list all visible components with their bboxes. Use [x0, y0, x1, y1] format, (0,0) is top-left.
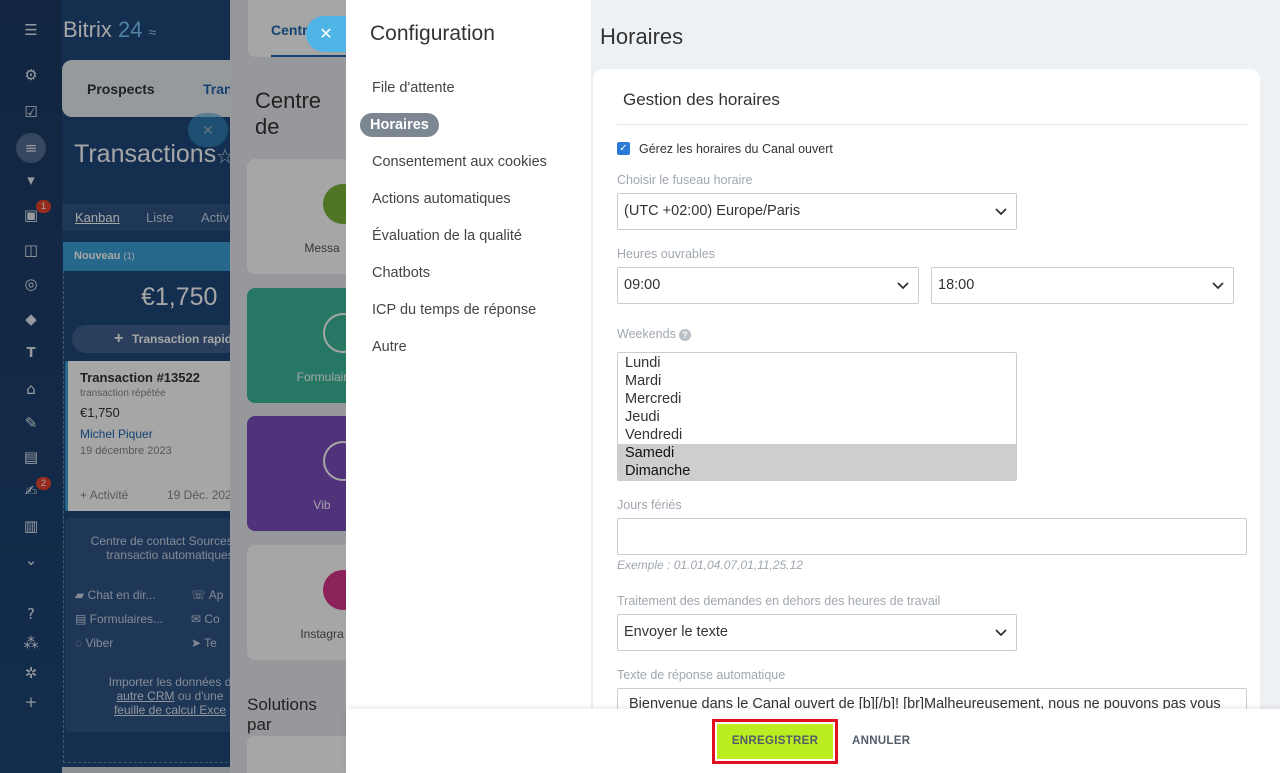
work-hours-label: Heures ouvrables — [617, 247, 715, 261]
page-title: Horaires — [600, 24, 684, 49]
config-nav: Configuration File d'attente Horaires Co… — [346, 0, 591, 773]
cancel-button[interactable]: ANNULER — [852, 735, 910, 747]
nav-item-kpi[interactable]: ICP du temps de réponse — [372, 302, 536, 318]
hours-panel: Gestion des horaires ✓ Gérez les horaire… — [593, 69, 1260, 773]
weekend-option[interactable]: Samedi — [618, 444, 1016, 462]
close-slider-button[interactable]: ✕ — [306, 16, 346, 52]
hours-from-select[interactable]: 09:00 — [617, 267, 919, 304]
weekend-option[interactable]: Vendredi — [618, 426, 1016, 444]
autoreply-label: Texte de réponse automatique — [617, 668, 786, 682]
nav-item-chatbots[interactable]: Chatbots — [372, 265, 430, 281]
save-button[interactable]: ENREGISTRER — [717, 724, 833, 759]
weekend-option[interactable]: Mercredi — [618, 390, 1016, 408]
help-icon[interactable]: ? — [678, 328, 691, 341]
holidays-label: Jours fériés — [617, 498, 682, 512]
chevron-down-icon — [995, 208, 1007, 216]
nav-item-other[interactable]: Autre — [372, 339, 407, 355]
offhours-label: Traitement des demandes en dehors des he… — [617, 594, 941, 608]
close-icon: ✕ — [319, 24, 333, 43]
weekend-option[interactable]: Jeudi — [618, 408, 1016, 426]
offhours-select[interactable]: Envoyer le texte — [617, 614, 1017, 651]
weekend-option[interactable]: Mardi — [618, 372, 1016, 390]
config-title: Configuration — [370, 22, 495, 45]
timezone-select[interactable]: (UTC +02:00) Europe/Paris — [617, 193, 1017, 230]
chevron-down-icon — [995, 629, 1007, 637]
nav-item-cookies[interactable]: Consentement aux cookies — [372, 154, 547, 170]
nav-item-queue[interactable]: File d'attente — [372, 80, 455, 96]
holidays-input[interactable] — [617, 518, 1247, 555]
chevron-down-icon — [1212, 282, 1224, 290]
timezone-label: Choisir le fuseau horaire — [617, 173, 753, 187]
slider-footer: ENREGISTRER ANNULER — [346, 709, 1280, 773]
chevron-down-icon — [897, 282, 909, 290]
weekends-label: Weekends? — [617, 327, 691, 341]
configuration-slider: Configuration File d'attente Horaires Co… — [346, 0, 1280, 773]
manage-hours-checkbox[interactable]: ✓ — [617, 142, 630, 155]
weekends-listbox[interactable]: Lundi Mardi Mercredi Jeudi Vendredi Samedi Dim… — [617, 352, 1017, 481]
holidays-hint: Exemple : 01.01,04.07,01,11,25.12 — [617, 558, 803, 572]
nav-item-hours[interactable]: Horaires — [360, 113, 439, 137]
save-highlight-frame: ENREGISTRER — [712, 719, 838, 764]
manage-hours-label[interactable]: Gérez les horaires du Canal ouvert — [639, 142, 833, 156]
divider — [617, 124, 1247, 125]
nav-item-quality[interactable]: Évaluation de la qualité — [372, 228, 522, 244]
weekend-option[interactable]: Dimanche — [618, 462, 1016, 480]
hours-to-select[interactable]: 18:00 — [931, 267, 1234, 304]
section-title: Gestion des horaires — [623, 90, 780, 109]
overlay-dim — [0, 0, 346, 773]
nav-item-automations[interactable]: Actions automatiques — [372, 191, 511, 207]
weekend-option[interactable]: Lundi — [618, 354, 1016, 372]
